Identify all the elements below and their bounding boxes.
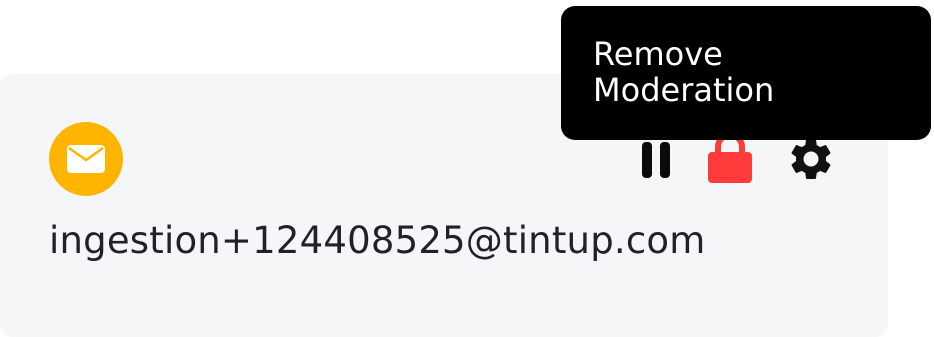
settings-button[interactable] <box>786 134 836 184</box>
envelope-icon <box>67 145 105 173</box>
tooltip-line-2: Moderation <box>593 71 775 109</box>
remove-moderation-tooltip: Remove Moderation <box>561 6 931 140</box>
pause-button[interactable] <box>636 140 676 180</box>
gear-icon <box>791 139 831 179</box>
pause-icon <box>642 142 670 178</box>
source-email-address: ingestion+124408525@tintup.com <box>49 219 706 262</box>
email-source-badge <box>49 122 123 196</box>
tooltip-line-1: Remove <box>593 35 723 73</box>
